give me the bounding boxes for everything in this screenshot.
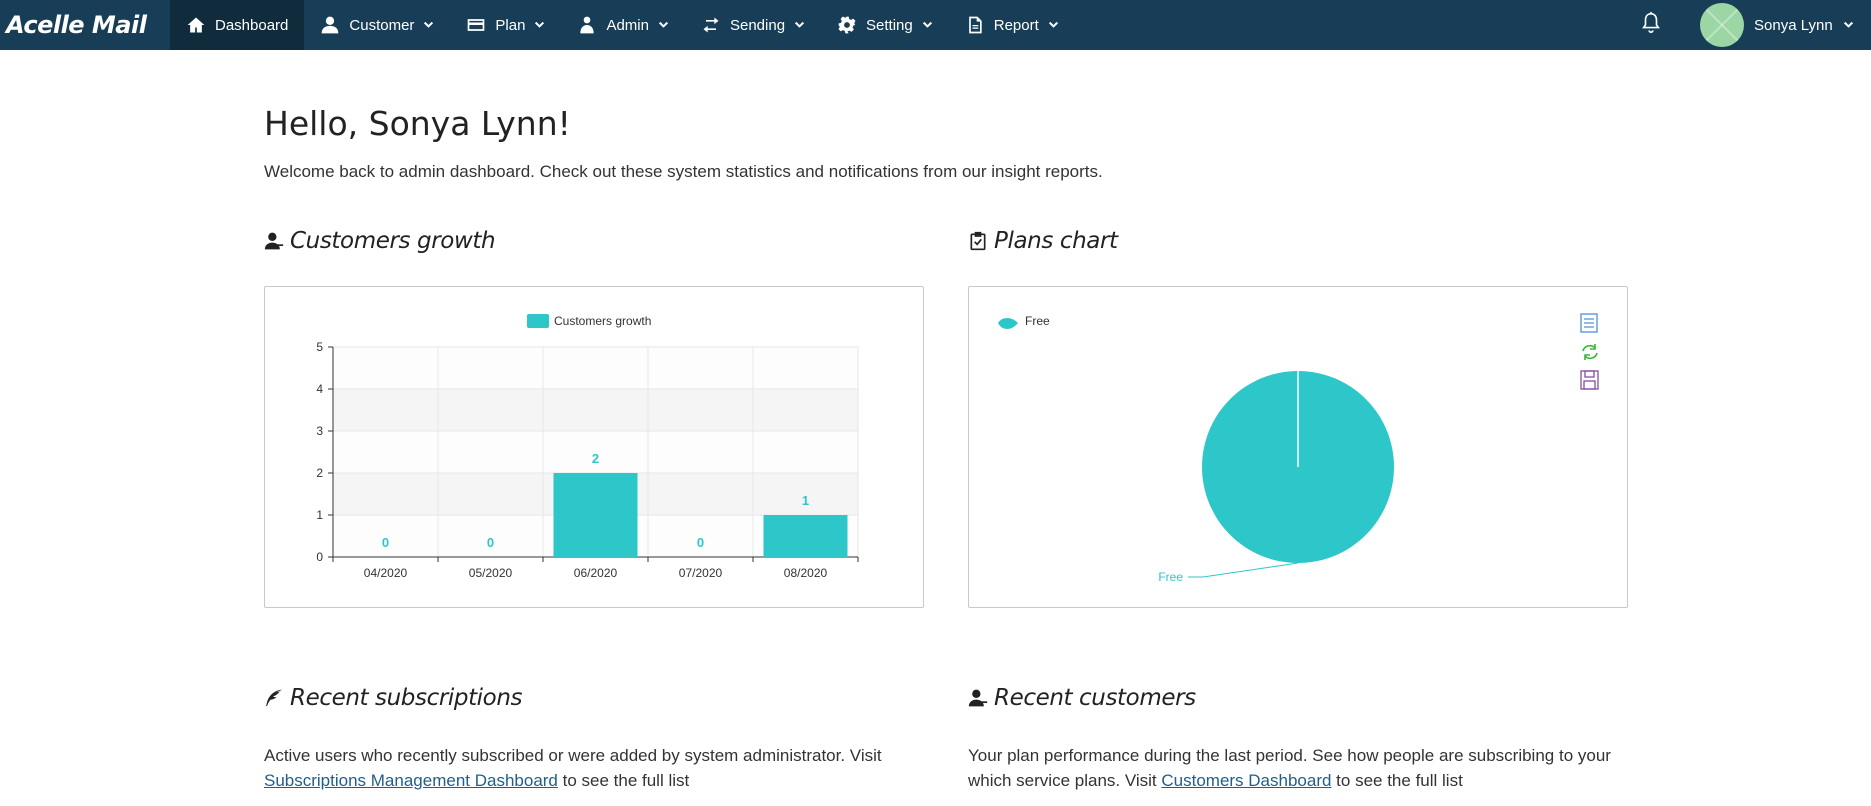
nav-admin[interactable]: Admin	[561, 0, 685, 50]
recent-subscriptions-text-before: Active users who recently subscribed or …	[264, 746, 882, 765]
bar-value-label: 2	[592, 451, 599, 466]
chevron-down-icon	[535, 21, 545, 28]
user-menu[interactable]: Sonya Lynn	[1700, 0, 1854, 50]
customers-growth-panel: Customers growth 0 1 2 3 4 5 0 04/2020 0 05/2020…	[264, 286, 924, 608]
clipboard-check-icon	[970, 231, 986, 251]
bar-value-label: 0	[382, 535, 389, 550]
nav-report-label: Report	[993, 16, 1039, 34]
bell-icon[interactable]	[1640, 10, 1662, 36]
nav-customer[interactable]: Customer	[304, 0, 450, 50]
nav-plan[interactable]: Plan	[450, 0, 561, 50]
legend-swatch	[998, 318, 1018, 323]
nav-plan-label: Plan	[495, 16, 526, 34]
plans-chart-heading: Plans chart	[968, 228, 1118, 254]
subscriptions-dashboard-link[interactable]: Subscriptions Management Dashboard	[264, 771, 558, 790]
customers-growth-chart: Customers growth 0 1 2 3 4 5 0 04/2020 0 05/2020…	[316, 314, 859, 580]
y-tick-label: 2	[316, 466, 323, 480]
chevron-down-icon	[1843, 21, 1853, 28]
plans-chart-panel: Free Free	[968, 286, 1628, 608]
avatar[interactable]	[1700, 3, 1744, 47]
refresh-icon[interactable]	[1582, 344, 1598, 360]
pie-label-line	[1188, 562, 1299, 578]
y-tick-label: 4	[316, 382, 323, 396]
y-tick-label: 1	[316, 508, 323, 522]
recent-customers-heading: Recent customers	[968, 685, 1196, 711]
recent-customers-text: Your plan performance during the last pe…	[968, 743, 1618, 793]
welcome-text: Welcome back to admin dashboard. Check o…	[264, 162, 1103, 181]
recent-subscriptions-text-after: to see the full list	[557, 771, 690, 790]
x-tick-label: 05/2020	[469, 566, 513, 580]
bar[interactable]	[553, 473, 638, 557]
grid-band	[333, 389, 858, 431]
main-nav: Dashboard Customer Plan Admin Sending Se…	[170, 0, 1075, 50]
nav-admin-label: Admin	[606, 16, 649, 34]
home-icon	[187, 17, 205, 33]
recent-subscriptions-heading: Recent subscriptions	[264, 685, 523, 711]
y-tick-label: 0	[316, 550, 323, 564]
legend-label[interactable]: Customers growth	[554, 314, 651, 328]
exchange-icon	[703, 17, 719, 33]
nav-dashboard[interactable]: Dashboard	[170, 0, 305, 50]
bar[interactable]	[763, 515, 848, 557]
pie-slice-label: Free	[1158, 570, 1183, 584]
page-title: Hello, Sonya Lynn!	[264, 104, 571, 143]
customers-growth-heading: Customers growth	[264, 228, 496, 254]
grid-band	[333, 347, 858, 389]
y-tick-label: 5	[316, 340, 323, 354]
brand-logo[interactable]: Acelle Mail	[0, 0, 170, 50]
top-navbar: Acelle Mail Dashboard Customer Plan Admi…	[0, 0, 1871, 50]
admin-icon	[580, 16, 595, 34]
x-tick-label: 08/2020	[784, 566, 828, 580]
user-tie-icon	[264, 232, 284, 250]
customers-dashboard-link[interactable]: Customers Dashboard	[1161, 771, 1331, 790]
chevron-down-icon	[1048, 21, 1058, 28]
nav-customer-label: Customer	[349, 16, 415, 34]
bar-value-label: 1	[802, 493, 809, 508]
chevron-down-icon	[794, 21, 805, 28]
gear-icon	[838, 16, 856, 34]
credit-card-icon	[468, 19, 485, 31]
nav-setting[interactable]: Setting	[821, 0, 949, 50]
recent-customers-text-after: to see the full list	[1331, 771, 1463, 790]
customers-growth-title: Customers growth	[290, 228, 496, 254]
nav-setting-label: Setting	[866, 16, 913, 34]
recent-subscriptions-text: Active users who recently subscribed or …	[264, 743, 914, 793]
plans-chart-title: Plans chart	[994, 228, 1118, 254]
chevron-down-icon	[424, 21, 434, 28]
feather-icon	[265, 689, 283, 707]
recent-customers-title: Recent customers	[994, 685, 1196, 711]
legend-label[interactable]: Free	[1025, 314, 1050, 328]
x-tick-label: 07/2020	[679, 566, 723, 580]
x-tick-label: 04/2020	[364, 566, 408, 580]
data-view-icon[interactable]	[1580, 313, 1598, 333]
nav-sending[interactable]: Sending	[685, 0, 821, 50]
y-tick-label: 3	[316, 424, 323, 438]
save-image-icon[interactable]	[1580, 370, 1599, 390]
user-icon	[322, 16, 339, 34]
recent-subscriptions-title: Recent subscriptions	[290, 685, 523, 711]
x-tick-label: 06/2020	[574, 566, 618, 580]
chevron-down-icon	[922, 21, 932, 28]
bar-value-label: 0	[487, 535, 494, 550]
bar-value-label: 0	[697, 535, 704, 550]
user-name: Sonya Lynn	[1754, 16, 1833, 34]
nav-sending-label: Sending	[729, 16, 786, 34]
legend-swatch-lower	[998, 323, 1018, 329]
nav-dashboard-label: Dashboard	[215, 16, 289, 34]
document-icon	[968, 16, 982, 34]
user-tie-icon	[968, 689, 988, 707]
chevron-down-icon	[658, 21, 669, 28]
plans-pie-chart: Free Free	[998, 313, 1599, 584]
legend-swatch	[527, 314, 549, 328]
nav-report[interactable]: Report	[949, 0, 1075, 50]
